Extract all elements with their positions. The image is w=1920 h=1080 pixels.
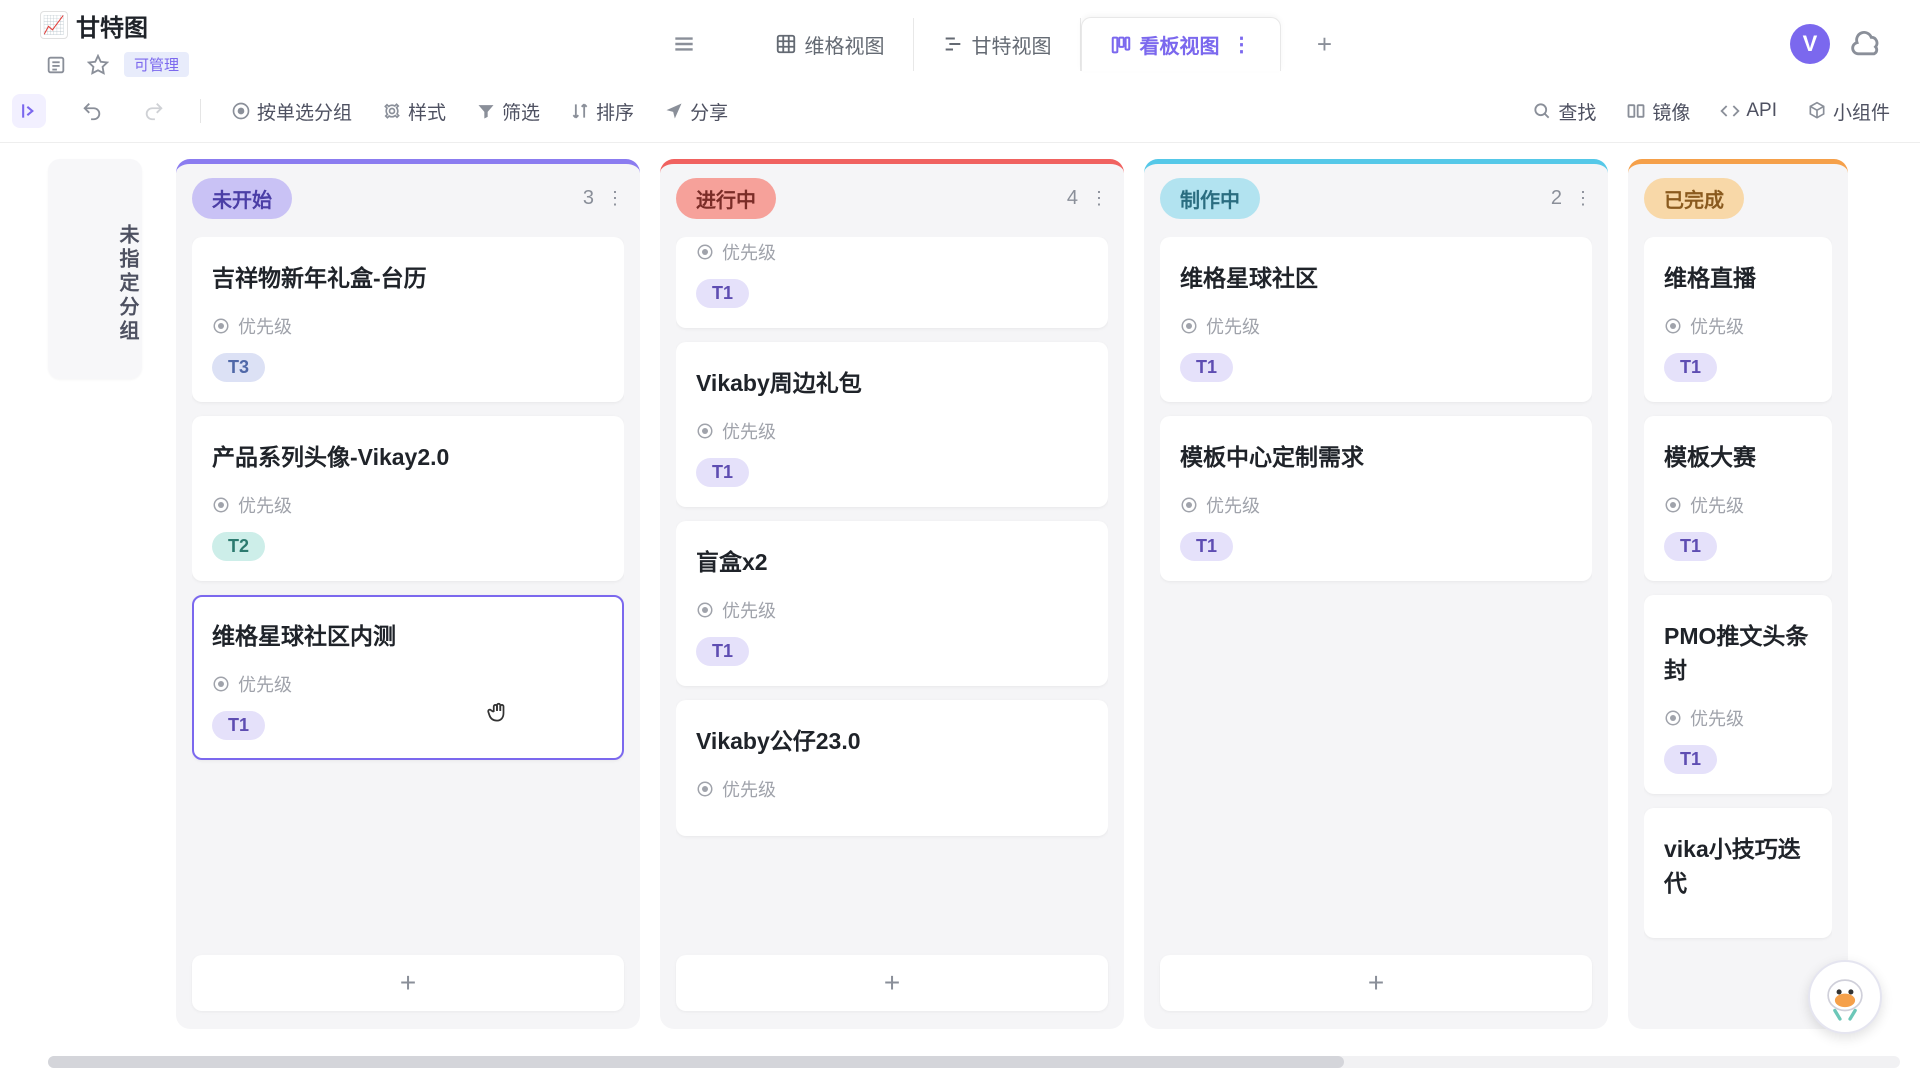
star-icon[interactable] [82, 49, 114, 81]
priority-field-label: 优先级 [212, 671, 604, 697]
kanban-card[interactable]: Vikaby公仔23.0 优先级 [676, 700, 1108, 836]
kanban-card[interactable]: 产品系列头像-Vikay2.0 优先级 T2 [192, 416, 624, 581]
horizontal-scrollbar[interactable] [48, 1056, 1900, 1068]
kanban-column: 制作中2⋮维格星球社区优先级T1模板中心定制需求优先级T1+ [1144, 159, 1608, 1029]
priority-field-label: 优先级 [212, 313, 604, 339]
priority-pill: T3 [212, 353, 265, 382]
permission-badge[interactable]: 可管理 [124, 52, 189, 77]
kanban-icon [1110, 34, 1132, 56]
gantt-icon [942, 33, 964, 55]
priority-field-label: 优先级 [696, 418, 1088, 444]
kanban-card[interactable]: vika小技巧迭代 [1644, 808, 1832, 938]
kanban-column: 未开始 3 ⋮ 吉祥物新年礼盒-台历优先级 T3 产品系列头像-Vikay2.0 优先级 T2… [176, 159, 640, 1029]
column-menu-icon[interactable]: ⋮ [606, 188, 624, 209]
group-button[interactable]: 按单选分组 [231, 98, 352, 125]
kanban-card[interactable]: 盲盒x2 优先级 T1 [676, 521, 1108, 686]
priority-pill: T1 [696, 279, 749, 308]
column-label[interactable]: 进行中 [676, 178, 776, 219]
add-card-button[interactable]: + [1160, 955, 1592, 1011]
column-label[interactable]: 未开始 [192, 178, 292, 219]
kanban-card[interactable]: 优先级 T1 [676, 237, 1108, 328]
page-title: 甘特图 [76, 8, 148, 43]
style-button[interactable]: 样式 [382, 98, 446, 125]
priority-pill: T2 [212, 532, 265, 561]
add-card-button[interactable]: + [676, 955, 1108, 1011]
kanban-column: 已完成维格直播优先级T1模板大赛优先级T1PMO推文头条封优先级T1vika小技… [1628, 159, 1848, 1029]
app-logo[interactable]: V [1790, 24, 1830, 64]
kanban-card[interactable]: 维格星球社区优先级 T1 [1160, 237, 1592, 402]
find-button[interactable]: 查找 [1532, 98, 1596, 125]
tab-gantt[interactable]: 甘特视图 [914, 18, 1081, 71]
card-title: 维格直播 [1664, 259, 1812, 293]
card-title: 模板中心定制需求 [1180, 438, 1572, 472]
grid-icon [775, 33, 797, 55]
more-icon[interactable]: ⋮ [1232, 32, 1252, 57]
add-card-button[interactable]: + [192, 955, 624, 1011]
column-label[interactable]: 已完成 [1644, 178, 1744, 219]
priority-pill: T1 [1664, 353, 1717, 382]
kanban-card[interactable]: 维格星球社区内测优先级 T1 [192, 595, 624, 760]
share-button[interactable]: 分享 [664, 98, 728, 125]
priority-field-label: 优先级 [1664, 492, 1812, 518]
column-menu-icon[interactable]: ⋮ [1090, 188, 1108, 209]
card-title: Vikaby周边礼包 [696, 364, 1088, 398]
sort-button[interactable]: 排序 [570, 98, 634, 125]
column-menu-icon[interactable]: ⋮ [1574, 188, 1592, 209]
card-title: 维格星球社区 [1180, 259, 1572, 293]
kanban-card[interactable]: 吉祥物新年礼盒-台历优先级 T3 [192, 237, 624, 402]
card-title: 模板大赛 [1664, 438, 1812, 472]
priority-field-label: 优先级 [1180, 313, 1572, 339]
help-mascot[interactable] [1808, 960, 1882, 1034]
menu-icon[interactable] [671, 31, 697, 57]
kanban-card[interactable]: 维格直播优先级 T1 [1644, 237, 1832, 402]
tab-kanban[interactable]: 看板视图 ⋮ [1081, 17, 1281, 71]
kanban-card[interactable]: 模板大赛优先级 T1 [1644, 416, 1832, 581]
title-icon: 📈 [40, 11, 68, 39]
description-icon[interactable] [40, 49, 72, 81]
kanban-column: 进行中4⋮优先级T1Vikaby周边礼包优先级T1盲盒x2优先级T1Vikaby… [660, 159, 1124, 1029]
priority-field-label: 优先级 [212, 492, 604, 518]
priority-pill: T1 [1180, 532, 1233, 561]
card-title: 维格星球社区内测 [212, 617, 604, 651]
card-title: 吉祥物新年礼盒-台历 [212, 259, 604, 293]
column-count: 2 [1551, 187, 1562, 210]
expand-sidebar-button[interactable] [12, 94, 46, 128]
cloud-icon[interactable] [1850, 27, 1884, 61]
column-count: 3 [583, 187, 594, 210]
priority-field-label: 优先级 [696, 776, 1088, 802]
mirror-button[interactable]: 镜像 [1626, 98, 1690, 125]
api-button[interactable]: API [1720, 100, 1777, 122]
redo-button[interactable] [138, 95, 170, 127]
kanban-card[interactable]: 模板中心定制需求优先级 T1 [1160, 416, 1592, 581]
priority-pill: T1 [696, 637, 749, 666]
priority-field-label: 优先级 [1664, 705, 1812, 731]
card-title: vika小技巧迭代 [1664, 830, 1812, 898]
priority-pill: T1 [696, 458, 749, 487]
kanban-card[interactable]: Vikaby周边礼包优先级 T1 [676, 342, 1108, 507]
filter-button[interactable]: 筛选 [476, 98, 540, 125]
card-title: Vikaby公仔23.0 [696, 722, 1088, 756]
card-title: 盲盒x2 [696, 543, 1088, 577]
kanban-card[interactable]: PMO推文头条封优先级 T1 [1644, 595, 1832, 794]
priority-field-label: 优先级 [1180, 492, 1572, 518]
add-view-button[interactable]: + [1301, 29, 1349, 60]
column-label[interactable]: 制作中 [1160, 178, 1260, 219]
priority-pill: T1 [1180, 353, 1233, 382]
tab-label: 甘特视图 [972, 30, 1052, 59]
priority-field-label: 优先级 [1664, 313, 1812, 339]
undo-button[interactable] [76, 95, 108, 127]
priority-pill: T1 [1664, 745, 1717, 774]
group-vertical-label[interactable]: 未指定分组 [48, 159, 142, 379]
priority-field-label: 优先级 [696, 597, 1088, 623]
priority-field-label: 优先级 [696, 239, 1088, 265]
widget-button[interactable]: 小组件 [1807, 98, 1890, 125]
tab-grid[interactable]: 维格视图 [747, 18, 914, 71]
card-title: 产品系列头像-Vikay2.0 [212, 438, 604, 472]
priority-pill: T1 [212, 711, 265, 740]
tab-label: 维格视图 [805, 30, 885, 59]
card-title: PMO推文头条封 [1664, 617, 1812, 685]
tab-label: 看板视图 [1140, 30, 1220, 59]
priority-pill: T1 [1664, 532, 1717, 561]
column-count: 4 [1067, 187, 1078, 210]
